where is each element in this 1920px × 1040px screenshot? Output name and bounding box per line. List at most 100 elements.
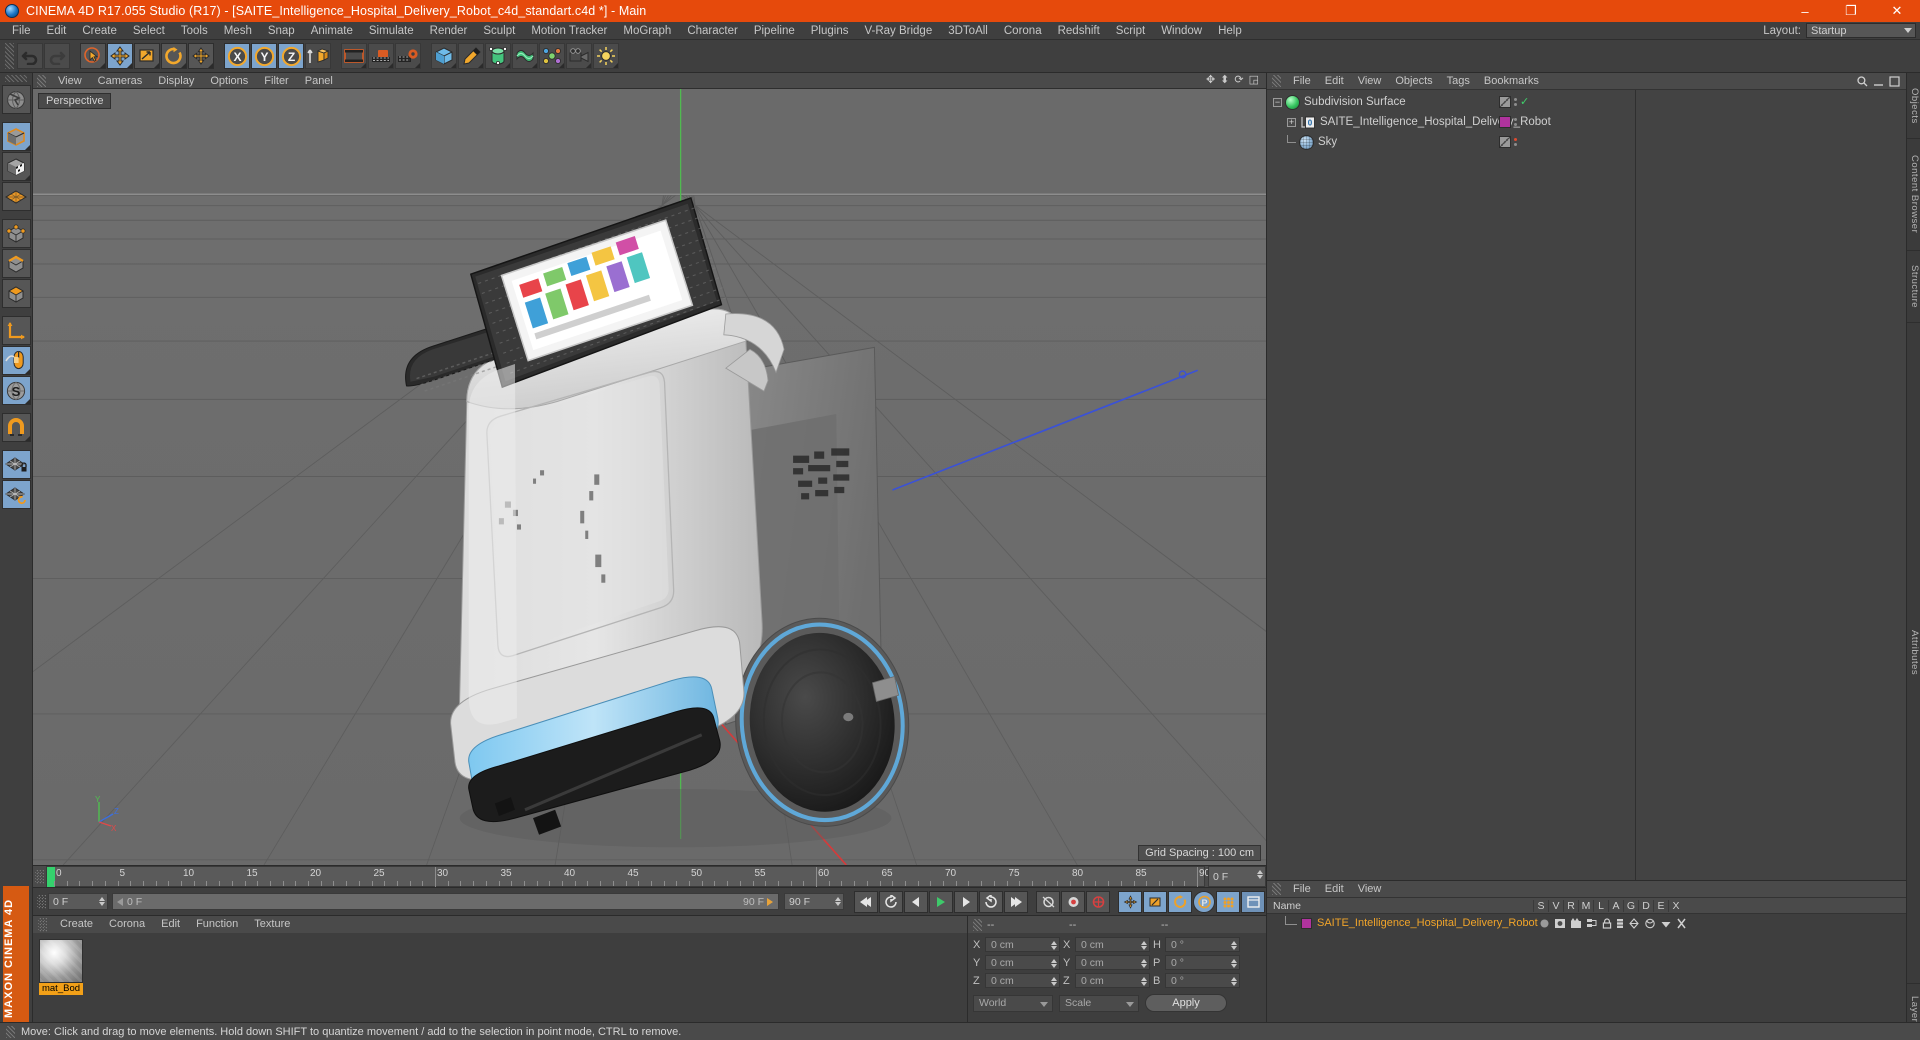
redo-button[interactable] <box>44 43 70 69</box>
search-icon[interactable] <box>1857 75 1868 87</box>
col-e[interactable]: E <box>1653 899 1668 912</box>
move-icon[interactable]: ⬍ <box>1220 75 1229 86</box>
add-light-button[interactable] <box>593 43 619 69</box>
perspective-viewport[interactable]: Perspective Grid Spacing : 100 cm Y Z X <box>33 89 1266 865</box>
menu-character[interactable]: Character <box>679 22 746 40</box>
step-back-button[interactable] <box>904 890 928 913</box>
manager-icon[interactable] <box>1586 918 1598 929</box>
end-frame-input[interactable]: 90 F <box>784 893 844 910</box>
material-menu-edit[interactable]: Edit <box>153 916 188 933</box>
menu-tools[interactable]: Tools <box>173 22 216 40</box>
add-scene-button[interactable] <box>539 43 565 69</box>
menu-3dtoall[interactable]: 3DToAll <box>940 22 996 40</box>
viewport-menu-panel[interactable]: Panel <box>297 73 341 89</box>
col-g[interactable]: G <box>1623 899 1638 912</box>
render-region-button[interactable] <box>368 43 394 69</box>
scale-key-toggle[interactable] <box>1143 890 1167 913</box>
add-camera-button[interactable] <box>566 43 592 69</box>
render-icon[interactable] <box>1570 917 1582 929</box>
viewport-menu-options[interactable]: Options <box>202 73 256 89</box>
pan-icon[interactable]: ✥ <box>1206 75 1215 86</box>
attribute-menu-view[interactable]: View <box>1351 881 1389 898</box>
col-l[interactable]: L <box>1593 899 1608 912</box>
rotation-key-toggle[interactable] <box>1168 890 1192 913</box>
menu-render[interactable]: Render <box>422 22 476 40</box>
tool-point-mode[interactable] <box>1 219 31 248</box>
col-s[interactable]: S <box>1533 899 1548 912</box>
edge-tab-content-browser[interactable]: Content Browser <box>1907 139 1920 251</box>
object-menu-edit[interactable]: Edit <box>1318 73 1351 90</box>
status-grip[interactable] <box>6 1025 15 1038</box>
add-cube-button[interactable] <box>431 43 457 69</box>
goto-start-button[interactable] <box>854 890 878 913</box>
edge-tab-objects[interactable]: Objects <box>1907 73 1920 139</box>
add-spline-button[interactable] <box>458 43 484 69</box>
left-toolbar-grip[interactable] <box>5 75 27 82</box>
display-tag-icon[interactable] <box>1499 96 1511 108</box>
current-frame-input[interactable]: 0 F <box>48 893 108 910</box>
preview-range-slider[interactable]: 0 F 90 F <box>112 893 779 910</box>
col-r[interactable]: R <box>1563 899 1578 912</box>
edge-tab-attributes[interactable]: Attributes <box>1907 323 1920 984</box>
layout-dropdown[interactable]: Startup <box>1806 23 1916 38</box>
tool-edge-mode[interactable] <box>1 249 31 278</box>
material-menu-texture[interactable]: Texture <box>246 916 298 933</box>
world-object-coordinate-toggle[interactable] <box>305 43 331 69</box>
layer-color-swatch[interactable] <box>1301 917 1312 929</box>
tool-workplane-mode[interactable] <box>1 182 31 211</box>
position-key-toggle[interactable] <box>1118 890 1142 913</box>
object-manager-layer-column[interactable] <box>1636 90 1906 880</box>
menu-window[interactable]: Window <box>1153 22 1210 40</box>
object-menu-tags[interactable]: Tags <box>1440 73 1477 90</box>
material-tag-icon[interactable] <box>1499 116 1511 128</box>
maximize-icon[interactable]: ◲ <box>1249 75 1259 86</box>
coord-input-size-x[interactable]: 0 cm <box>1075 937 1150 952</box>
tool-axis-modify[interactable] <box>1 316 31 345</box>
coord-input-pos-z[interactable]: 0 cm <box>985 973 1060 988</box>
object-manager-grip[interactable] <box>1272 75 1281 87</box>
stepper-icon[interactable] <box>835 897 841 906</box>
menu-file[interactable]: File <box>4 22 39 40</box>
object-row-saite-robot[interactable]: + 0 SAITE_Intelligence_Hospital_Delivery… <box>1267 112 1635 132</box>
record-active-objects[interactable] <box>1036 890 1060 913</box>
material-menu-corona[interactable]: Corona <box>101 916 153 933</box>
goto-end-button[interactable] <box>1004 890 1028 913</box>
attribute-menu-file[interactable]: File <box>1286 881 1318 898</box>
menu-pipeline[interactable]: Pipeline <box>746 22 803 40</box>
step-forward-button[interactable] <box>954 890 978 913</box>
axis-x-lock[interactable]: X <box>224 43 250 69</box>
timeline-frame-field[interactable]: 0 F <box>1208 866 1266 887</box>
viewport-menu-view[interactable]: View <box>50 73 90 89</box>
menu-plugins[interactable]: Plugins <box>803 22 857 40</box>
col-m[interactable]: M <box>1578 899 1593 912</box>
minimize-button[interactable]: – <box>1782 0 1828 22</box>
menu-simulate[interactable]: Simulate <box>361 22 422 40</box>
object-menu-bookmarks[interactable]: Bookmarks <box>1477 73 1546 90</box>
add-generator-button[interactable] <box>485 43 511 69</box>
tool-snap[interactable] <box>1 413 31 442</box>
coord-input-pos-x[interactable]: 0 cm <box>985 937 1060 952</box>
material-grip[interactable] <box>38 917 47 932</box>
maximize-button[interactable]: ❐ <box>1828 0 1874 22</box>
menu-mesh[interactable]: Mesh <box>216 22 260 40</box>
menu-select[interactable]: Select <box>125 22 173 40</box>
loop-button[interactable] <box>979 890 1003 913</box>
tool-workplane-reset[interactable] <box>1 480 31 509</box>
apply-button[interactable]: Apply <box>1145 994 1227 1012</box>
object-manager[interactable]: − Subdivision Surface ✓ + 0 SAITE_Intell… <box>1267 90 1906 880</box>
object-row-subdivision-surface[interactable]: − Subdivision Surface ✓ <box>1267 92 1635 112</box>
menu-snap[interactable]: Snap <box>260 22 303 40</box>
object-row-sky[interactable]: Sky <box>1267 132 1635 152</box>
coord-input-size-z[interactable]: 0 cm <box>1075 973 1150 988</box>
timeline-ruler[interactable]: 0 5 10 15 20 25 30 35 40 45 50 55 60 65 70 75 80 85 90 <box>46 866 1210 887</box>
close-button[interactable]: ✕ <box>1874 0 1920 22</box>
xpresso-icon[interactable] <box>1676 918 1687 929</box>
coordinate-system-dropdown[interactable]: World <box>973 994 1053 1012</box>
solo-icon[interactable] <box>1539 918 1550 929</box>
render-settings-button[interactable] <box>395 43 421 69</box>
menu-help[interactable]: Help <box>1210 22 1250 40</box>
coordinate-mode-dropdown[interactable]: Scale <box>1059 994 1139 1012</box>
tool-model-mode[interactable] <box>1 122 31 151</box>
stepper-icon[interactable] <box>1257 870 1263 879</box>
menu-script[interactable]: Script <box>1108 22 1153 40</box>
